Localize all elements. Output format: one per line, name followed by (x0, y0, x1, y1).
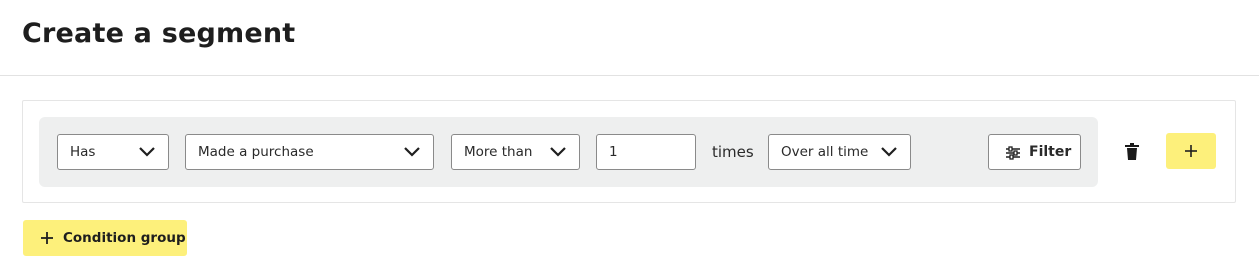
comparison-select-value: More than (464, 144, 533, 160)
header-divider (0, 75, 1259, 76)
has-select[interactable]: Has (57, 134, 169, 170)
event-select-value: Made a purchase (198, 144, 314, 160)
page-title: Create a segment (22, 18, 296, 49)
condition-group-label: Condition group (63, 230, 186, 246)
count-input[interactable]: 1 (596, 134, 696, 170)
event-select[interactable]: Made a purchase (185, 134, 434, 170)
comparison-select[interactable]: More than (451, 134, 580, 170)
timeframe-select[interactable]: Over all time (768, 134, 911, 170)
chevron-down-icon (881, 147, 897, 157)
filter-sliders-icon (1006, 146, 1020, 160)
trash-icon[interactable] (1124, 143, 1140, 160)
filter-button[interactable]: Filter (988, 134, 1081, 170)
add-condition-button[interactable] (1166, 133, 1216, 169)
plus-icon (41, 232, 53, 244)
chevron-down-icon (550, 147, 566, 157)
filter-button-label: Filter (1029, 144, 1072, 160)
has-select-value: Has (70, 144, 96, 160)
plus-icon (1185, 145, 1197, 157)
add-condition-group-button[interactable]: Condition group (23, 220, 187, 256)
times-label: times (712, 143, 754, 161)
chevron-down-icon (139, 147, 155, 157)
timeframe-select-value: Over all time (781, 144, 869, 160)
chevron-down-icon (404, 147, 420, 157)
count-input-value: 1 (609, 144, 618, 160)
